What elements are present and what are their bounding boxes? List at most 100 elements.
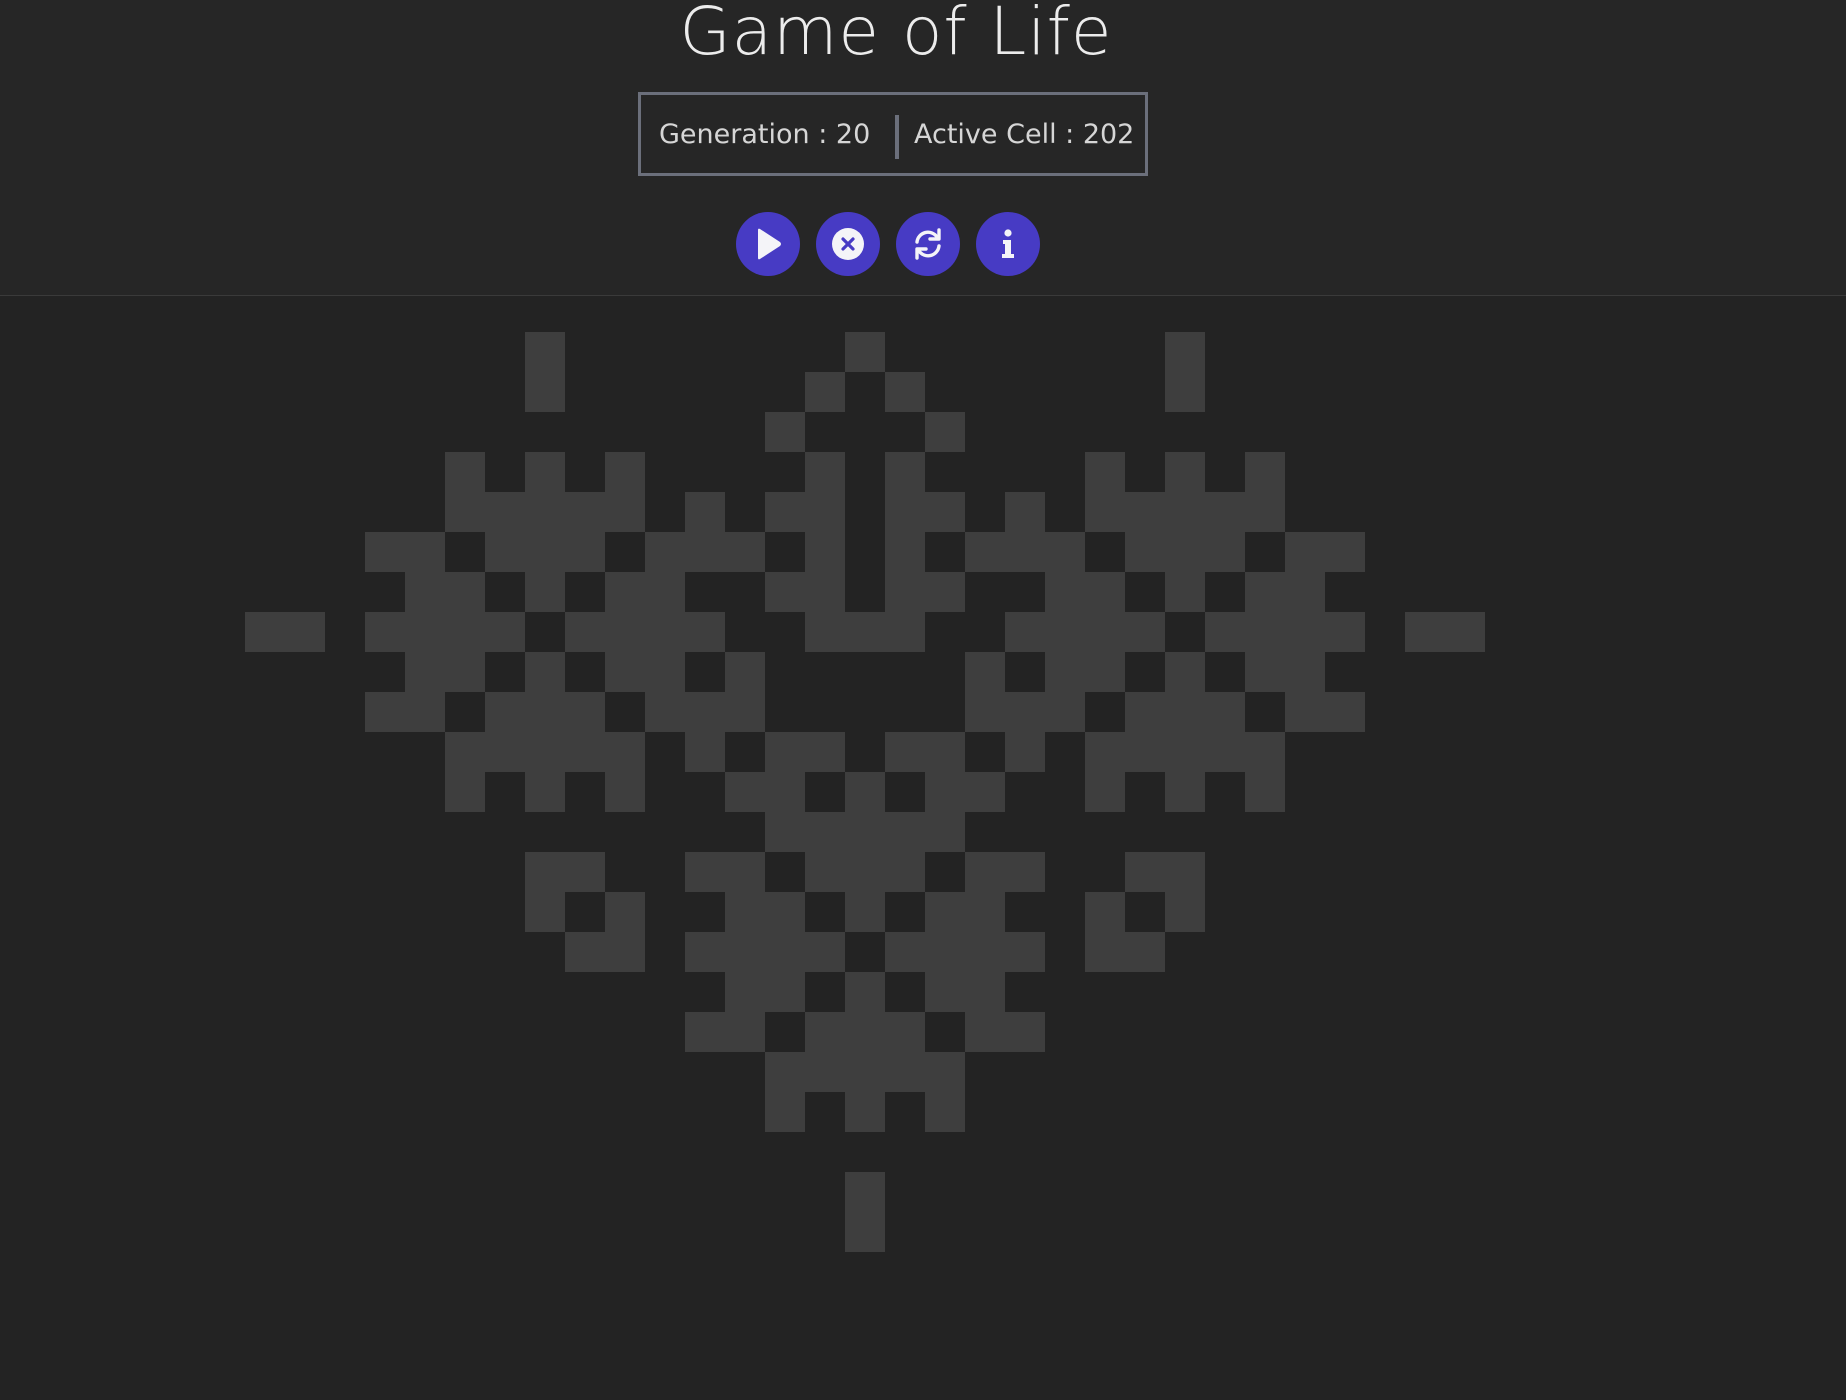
live-cell[interactable] — [965, 652, 1005, 692]
live-cell[interactable] — [925, 812, 965, 852]
live-cell[interactable] — [525, 852, 565, 892]
live-cell[interactable] — [1205, 692, 1245, 732]
live-cell[interactable] — [765, 732, 805, 772]
live-cell[interactable] — [445, 572, 485, 612]
info-button[interactable] — [976, 212, 1040, 276]
live-cell[interactable] — [445, 772, 485, 812]
live-cell[interactable] — [605, 892, 645, 932]
live-cell[interactable] — [565, 932, 605, 972]
live-cell[interactable] — [1005, 612, 1045, 652]
live-cell[interactable] — [1245, 772, 1285, 812]
live-cell[interactable] — [925, 972, 965, 1012]
live-cell[interactable] — [885, 452, 925, 492]
live-cell[interactable] — [525, 652, 565, 692]
live-cell[interactable] — [1165, 772, 1205, 812]
live-cell[interactable] — [845, 852, 885, 892]
live-cell[interactable] — [765, 1092, 805, 1132]
live-cell[interactable] — [685, 532, 725, 572]
live-cell[interactable] — [1245, 652, 1285, 692]
live-cell[interactable] — [1085, 932, 1125, 972]
live-cell[interactable] — [685, 732, 725, 772]
live-cell[interactable] — [725, 932, 765, 972]
live-cell[interactable] — [965, 852, 1005, 892]
live-cell[interactable] — [485, 692, 525, 732]
live-cell[interactable] — [725, 532, 765, 572]
live-cell[interactable] — [845, 772, 885, 812]
live-cell[interactable] — [525, 732, 565, 772]
live-cell[interactable] — [805, 492, 845, 532]
live-cell[interactable] — [1045, 532, 1085, 572]
live-cell[interactable] — [605, 612, 645, 652]
live-cell[interactable] — [925, 772, 965, 812]
live-cell[interactable] — [1005, 732, 1045, 772]
live-cell[interactable] — [525, 772, 565, 812]
live-cell[interactable] — [845, 1092, 885, 1132]
live-cell[interactable] — [405, 692, 445, 732]
live-cell[interactable] — [405, 532, 445, 572]
live-cell[interactable] — [725, 1012, 765, 1052]
live-cell[interactable] — [885, 372, 925, 412]
live-cell[interactable] — [605, 492, 645, 532]
live-cell[interactable] — [605, 932, 645, 972]
live-cell[interactable] — [805, 1052, 845, 1092]
live-cell[interactable] — [765, 572, 805, 612]
live-cell[interactable] — [565, 692, 605, 732]
live-cell[interactable] — [1125, 492, 1165, 532]
live-cell[interactable] — [565, 532, 605, 572]
live-cell[interactable] — [805, 572, 845, 612]
live-cell[interactable] — [805, 1012, 845, 1052]
live-cell[interactable] — [965, 772, 1005, 812]
live-cell[interactable] — [1085, 732, 1125, 772]
live-cell[interactable] — [1405, 612, 1445, 652]
live-cell[interactable] — [765, 892, 805, 932]
live-cell[interactable] — [1285, 532, 1325, 572]
live-cell[interactable] — [525, 532, 565, 572]
live-cell[interactable] — [1045, 652, 1085, 692]
live-cell[interactable] — [845, 1012, 885, 1052]
live-cell[interactable] — [1125, 732, 1165, 772]
live-cell[interactable] — [885, 932, 925, 972]
live-cell[interactable] — [1205, 532, 1245, 572]
live-cell[interactable] — [525, 332, 565, 372]
live-cell[interactable] — [1165, 332, 1205, 372]
live-cell[interactable] — [725, 852, 765, 892]
live-cell[interactable] — [525, 892, 565, 932]
live-cell[interactable] — [645, 532, 685, 572]
live-cell[interactable] — [885, 1012, 925, 1052]
live-cell[interactable] — [885, 732, 925, 772]
live-cell[interactable] — [965, 892, 1005, 932]
live-cell[interactable] — [1285, 652, 1325, 692]
live-cell[interactable] — [445, 732, 485, 772]
live-cell[interactable] — [925, 1052, 965, 1092]
live-cell[interactable] — [885, 1052, 925, 1092]
live-cell[interactable] — [925, 892, 965, 932]
live-cell[interactable] — [1325, 692, 1365, 732]
live-cell[interactable] — [1165, 572, 1205, 612]
live-cell[interactable] — [765, 812, 805, 852]
live-cell[interactable] — [1085, 492, 1125, 532]
live-cell[interactable] — [1085, 452, 1125, 492]
live-cell[interactable] — [1125, 532, 1165, 572]
live-cell[interactable] — [1085, 612, 1125, 652]
live-cell[interactable] — [1285, 692, 1325, 732]
live-cell[interactable] — [925, 412, 965, 452]
live-cell[interactable] — [1205, 612, 1245, 652]
live-cell[interactable] — [1205, 732, 1245, 772]
live-cell[interactable] — [1005, 852, 1045, 892]
live-cell[interactable] — [1125, 852, 1165, 892]
reset-button[interactable] — [896, 212, 960, 276]
live-cell[interactable] — [1125, 932, 1165, 972]
live-cell[interactable] — [1005, 1012, 1045, 1052]
live-cell[interactable] — [805, 612, 845, 652]
live-cell[interactable] — [605, 572, 645, 612]
live-cell[interactable] — [645, 572, 685, 612]
live-cell[interactable] — [1325, 532, 1365, 572]
live-cell[interactable] — [525, 372, 565, 412]
live-cell[interactable] — [445, 652, 485, 692]
live-cell[interactable] — [765, 1052, 805, 1092]
live-cell[interactable] — [1085, 772, 1125, 812]
live-cell[interactable] — [1165, 452, 1205, 492]
live-cell[interactable] — [445, 612, 485, 652]
live-cell[interactable] — [525, 452, 565, 492]
live-cell[interactable] — [645, 612, 685, 652]
